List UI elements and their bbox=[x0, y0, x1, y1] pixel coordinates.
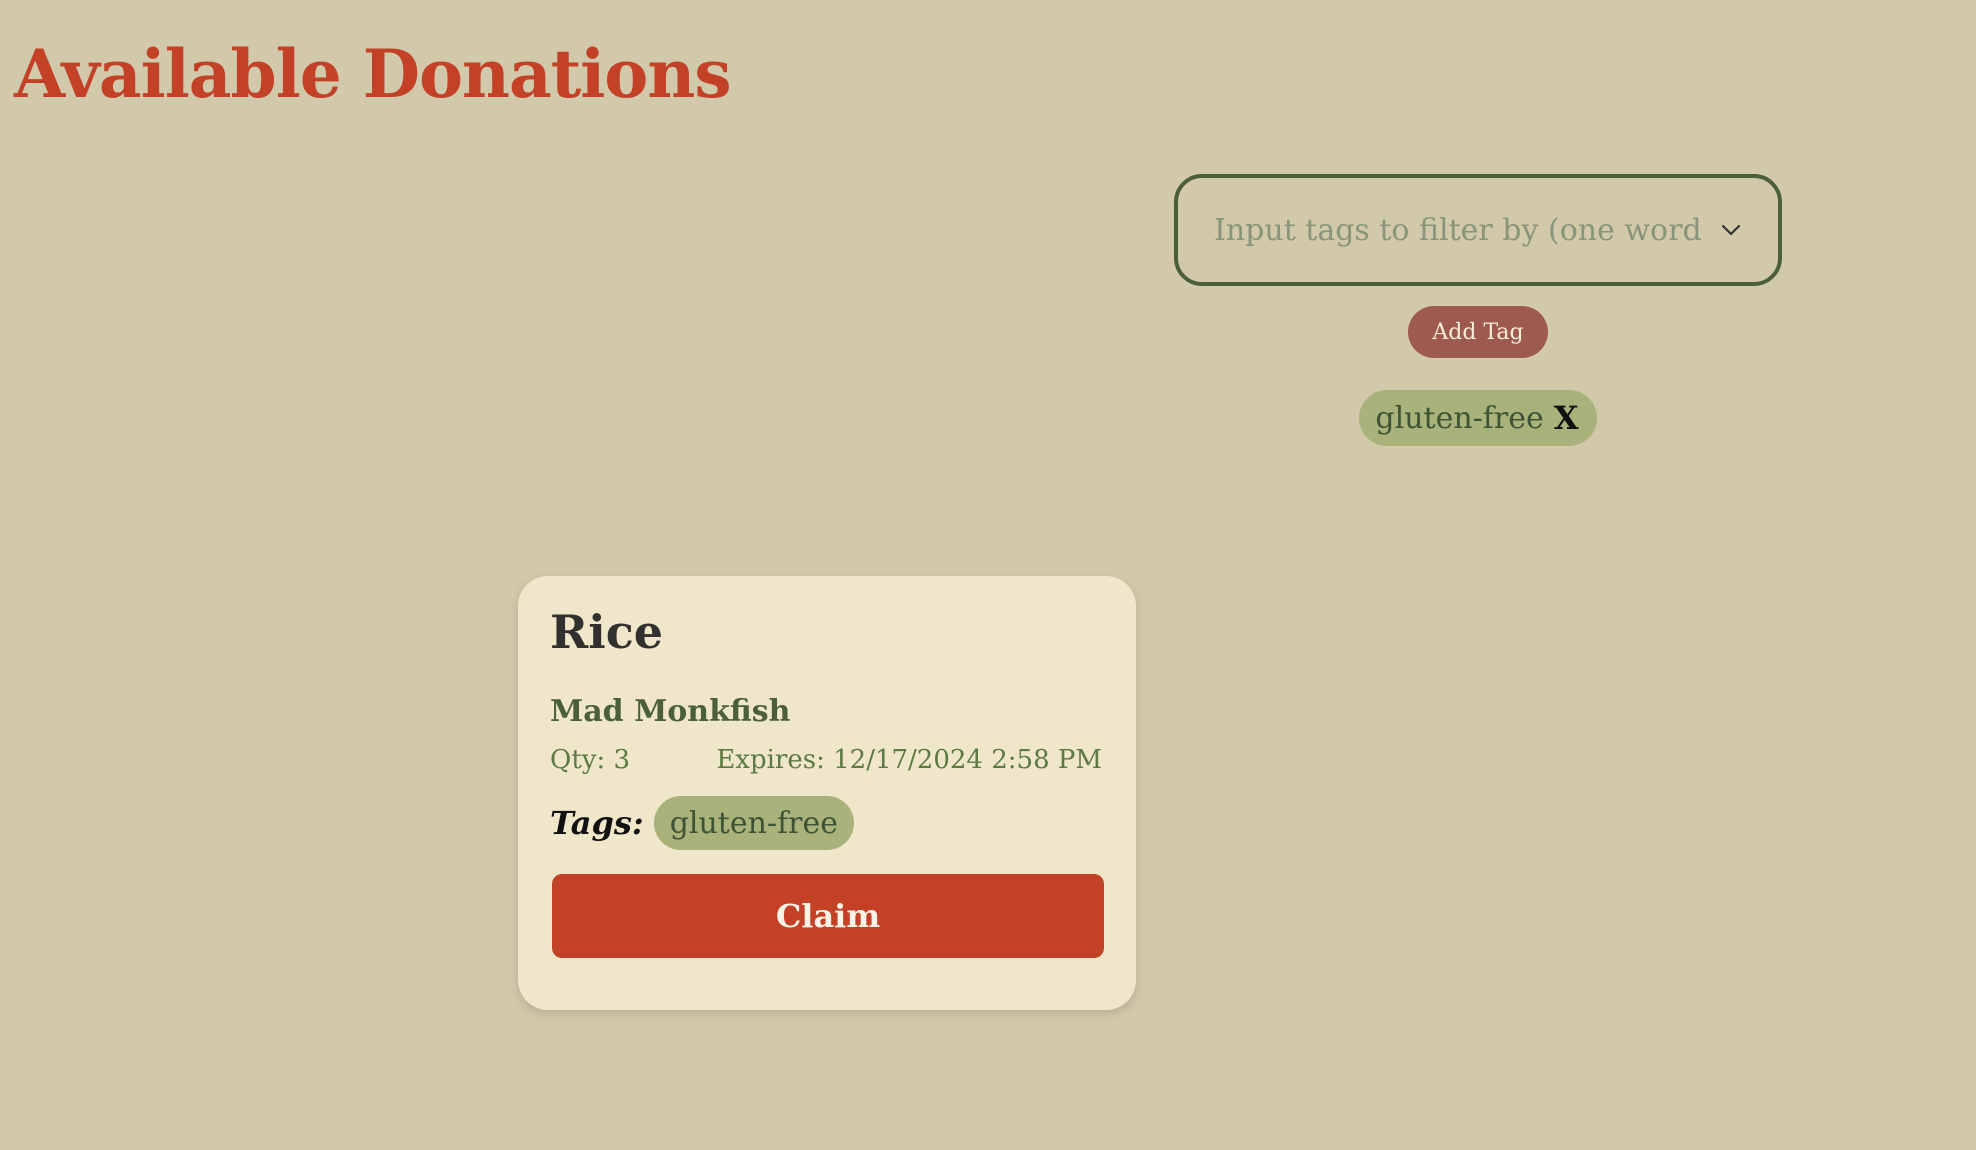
donation-quantity: Qty: 3 bbox=[550, 745, 631, 775]
active-tag-list: gluten-free X bbox=[1359, 390, 1597, 446]
donation-meta: Qty: 3 Expires: 12/17/2024 2:58 PM bbox=[550, 742, 1102, 778]
add-tag-button[interactable]: Add Tag bbox=[1408, 306, 1548, 358]
donation-card: Rice Mad Monkfish Qty: 3 Expires: 12/17/… bbox=[518, 576, 1136, 1010]
remove-tag-button[interactable]: X bbox=[1554, 399, 1579, 437]
tags-label: Tags: bbox=[550, 804, 644, 842]
active-tag-label: gluten-free bbox=[1375, 400, 1544, 436]
donation-expiry: Expires: 12/17/2024 2:58 PM bbox=[716, 745, 1102, 775]
donation-tags: Tags: gluten-free bbox=[550, 796, 1102, 850]
chevron-down-icon[interactable] bbox=[1720, 219, 1742, 241]
page-title: Available Donations bbox=[14, 35, 731, 113]
donation-tag: gluten-free bbox=[653, 796, 855, 850]
tag-filter: Add Tag gluten-free X bbox=[1174, 174, 1782, 446]
tag-filter-input[interactable] bbox=[1214, 212, 1704, 248]
claim-button[interactable]: Claim bbox=[552, 874, 1104, 958]
donation-name: Rice bbox=[550, 605, 663, 659]
donor-name: Mad Monkfish bbox=[550, 694, 791, 729]
tag-filter-combobox[interactable] bbox=[1174, 174, 1782, 286]
active-tag-pill: gluten-free X bbox=[1359, 390, 1597, 446]
